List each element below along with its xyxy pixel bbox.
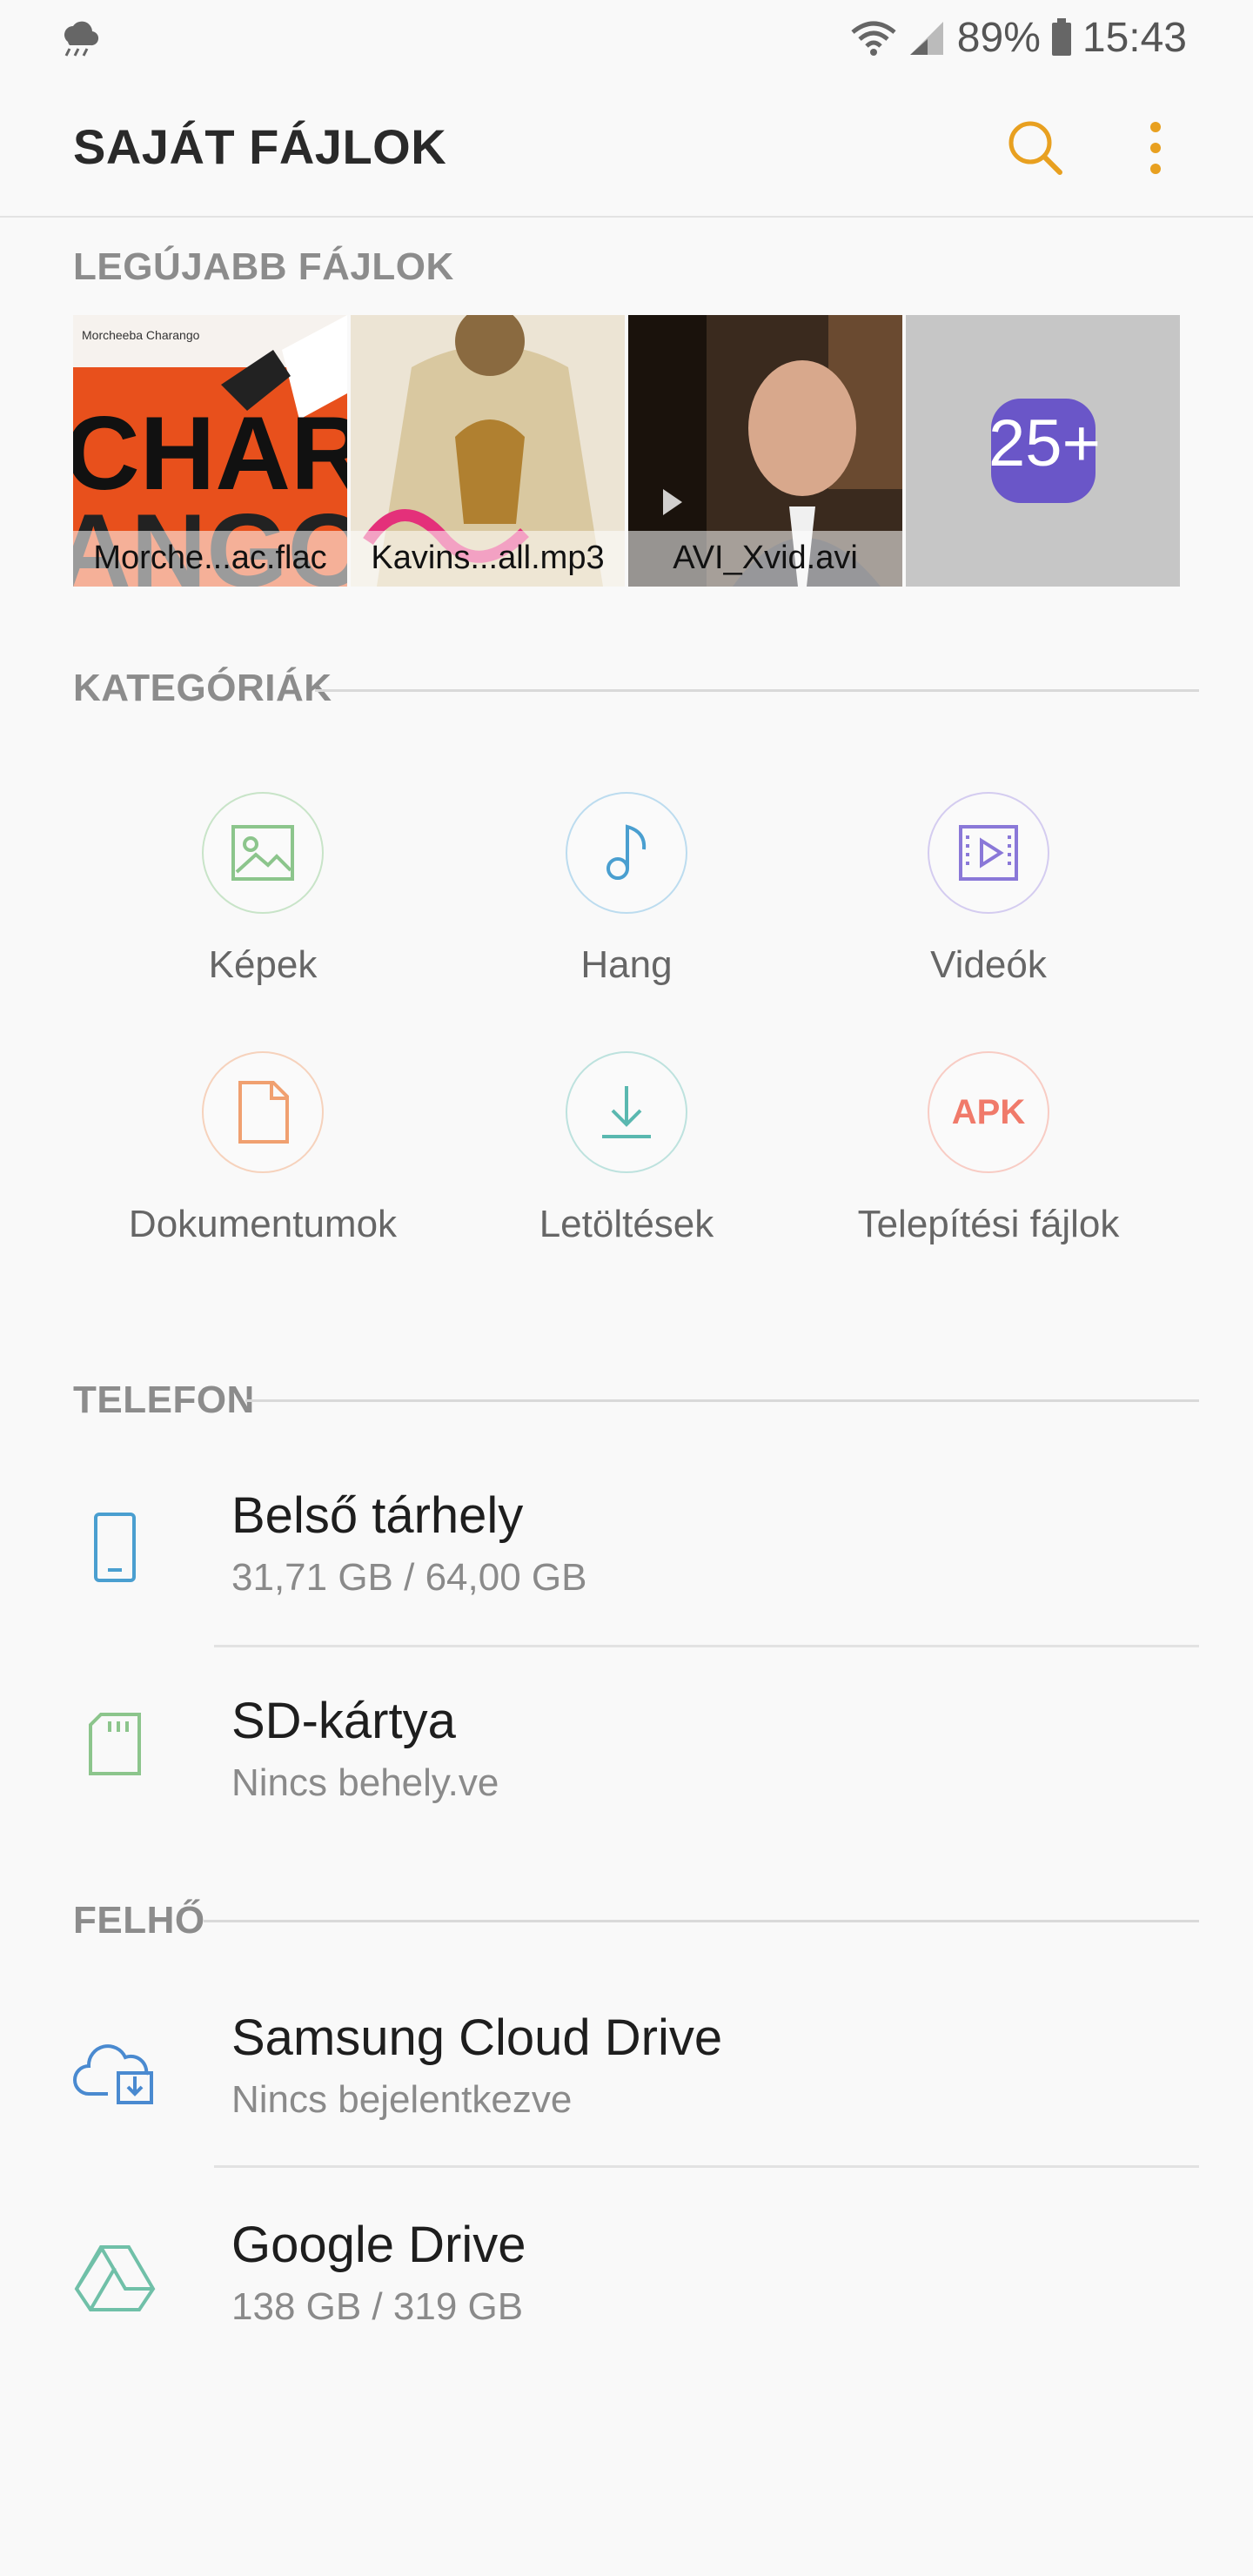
clock: 15:43 — [1082, 14, 1187, 61]
app-bar: SAJÁT FÁJLOK — [0, 75, 1253, 218]
gallery-icon: 25+ — [988, 399, 1101, 503]
battery-percent: 89% — [956, 14, 1041, 61]
phone-heading: TELEFON — [73, 1379, 255, 1421]
recent-file-thumbnail[interactable]: AVI_Xvid.avi — [628, 315, 902, 587]
album-cover-text: Morcheeba Charango — [82, 328, 200, 342]
category-images[interactable]: Képek — [80, 792, 446, 987]
recent-file-thumbnail[interactable]: CHAR ANGO Morcheeba Charango Morche...ac… — [73, 315, 347, 587]
cloud-usage: 138 GB / 319 GB — [231, 2285, 524, 2328]
image-icon — [202, 792, 324, 914]
apk-icon: APK — [928, 1051, 1049, 1173]
cloud-title: Samsung Cloud Drive — [231, 2009, 723, 2066]
category-label: Dokumentumok — [128, 1203, 398, 1245]
row-divider — [214, 2165, 1199, 2168]
recent-file-name: AVI_Xvid.avi — [628, 531, 902, 587]
download-icon — [566, 1051, 687, 1173]
section-divider — [204, 1920, 1199, 1922]
wifi-icon — [849, 18, 898, 57]
categories-heading: KATEGÓRIÁK — [73, 667, 332, 709]
google-drive-item[interactable]: Google Drive 138 GB / 319 GB — [0, 2209, 1253, 2374]
category-audio[interactable]: Hang — [444, 792, 809, 987]
sd-card-item[interactable]: SD-kártya Nincs behely.ve — [0, 1685, 1253, 1841]
section-divider — [315, 689, 1199, 692]
recent-files-heading: LEGÚJABB FÁJLOK — [73, 245, 454, 288]
signal-icon — [908, 18, 947, 57]
category-documents[interactable]: Dokumentumok — [80, 1051, 446, 1246]
sd-card-icon — [73, 1702, 157, 1786]
more-options-icon — [1150, 122, 1161, 174]
section-divider — [245, 1399, 1199, 1402]
category-label: Telepítési fájlok — [857, 1203, 1120, 1245]
phone-storage-icon — [73, 1506, 157, 1589]
recent-file-thumbnail[interactable]: Kavins...all.mp3 — [351, 315, 625, 587]
row-divider — [214, 1645, 1199, 1647]
search-button[interactable] — [1001, 113, 1070, 183]
cloud-title: Google Drive — [231, 2217, 526, 2273]
category-installation-files[interactable]: APK Telepítési fájlok — [806, 1051, 1171, 1246]
category-label: Képek — [208, 943, 318, 986]
more-count-label: 25+ — [988, 406, 1101, 480]
category-label: Hang — [580, 943, 673, 986]
search-icon — [1008, 121, 1062, 175]
category-label: Letöltések — [539, 1203, 714, 1245]
recent-files-strip: CHAR ANGO Morcheeba Charango Morche...ac… — [73, 315, 1182, 587]
recent-file-name: Morche...ac.flac — [73, 531, 347, 587]
category-label: Videók — [930, 943, 1047, 986]
video-icon — [928, 792, 1049, 914]
battery-icon — [1051, 18, 1072, 57]
cloud-status: Nincs bejelentkezve — [231, 2078, 573, 2121]
storage-title: SD-kártya — [231, 1693, 456, 1749]
storage-usage: 31,71 GB / 64,00 GB — [231, 1556, 587, 1599]
storage-status: Nincs behely.ve — [231, 1761, 499, 1804]
music-note-icon — [566, 792, 687, 914]
more-options-button[interactable] — [1135, 113, 1176, 183]
samsung-cloud-icon — [73, 2028, 157, 2111]
page-title: SAJÁT FÁJLOK — [73, 119, 447, 174]
weather-cloud-icon — [57, 19, 99, 57]
storage-title: Belső tárhely — [231, 1487, 524, 1544]
internal-storage-item[interactable]: Belső tárhely 31,71 GB / 64,00 GB — [0, 1479, 1253, 1645]
google-drive-icon — [73, 2235, 157, 2318]
status-bar: 89% 15:43 — [0, 0, 1253, 75]
category-videos[interactable]: Videók — [806, 792, 1171, 987]
apk-icon-text: APK — [951, 1092, 1026, 1131]
cloud-heading: FELHŐ — [73, 1899, 205, 1942]
samsung-cloud-item[interactable]: Samsung Cloud Drive Nincs bejelentkezve — [0, 2002, 1253, 2167]
document-icon — [202, 1051, 324, 1173]
category-downloads[interactable]: Letöltések — [444, 1051, 809, 1246]
more-recent-files-button[interactable]: 25+ — [906, 315, 1180, 587]
recent-file-name: Kavins...all.mp3 — [351, 531, 625, 587]
